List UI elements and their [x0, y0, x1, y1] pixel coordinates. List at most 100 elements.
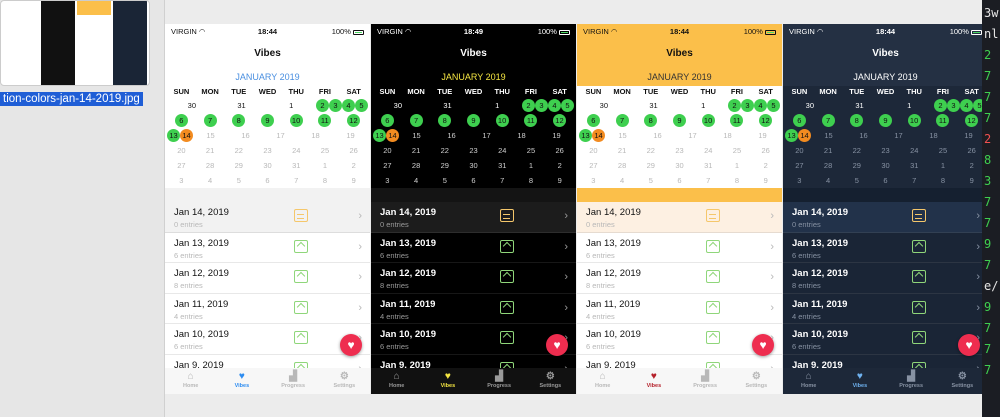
calendar-day[interactable]: 1 — [311, 158, 340, 173]
tab-settings[interactable]: ⚙ Settings — [525, 368, 576, 394]
calendar-day[interactable]: 12 — [346, 114, 360, 127]
calendar-day[interactable]: 24 — [900, 143, 929, 158]
tab-progress[interactable]: ▟ Progress — [268, 368, 319, 394]
calendar-day[interactable]: 3 — [535, 99, 549, 112]
tab-home[interactable]: ⌂ Home — [577, 368, 628, 394]
tab-vibes[interactable]: ♥ Vibes — [422, 368, 473, 394]
calendar-day[interactable]: 9 — [260, 114, 274, 127]
calendar-day[interactable]: 10 — [701, 114, 715, 127]
calendar-day[interactable]: 7 — [203, 114, 217, 127]
calendar-day[interactable]: 19 — [951, 128, 986, 143]
calendar-day[interactable]: 24 — [282, 143, 311, 158]
calendar-day[interactable]: 1 — [678, 98, 728, 113]
calendar-day[interactable]: 25 — [311, 143, 340, 158]
calendar-day[interactable]: 29 — [636, 158, 665, 173]
calendar-day[interactable]: 31 — [488, 158, 517, 173]
month-label[interactable]: JANUARY 2019 — [783, 69, 988, 86]
calendar-day[interactable]: 3 — [373, 173, 402, 188]
terminal-window[interactable]: 3w nl 2 7 7 7 2 8 3 7 7 9 7 e/9 7 7 7 — [982, 0, 1000, 417]
calendar-day[interactable]: 18 — [710, 128, 745, 143]
calendar-day[interactable]: 11 — [730, 114, 744, 127]
entry-row[interactable]: Jan 10, 20196 entries› — [371, 324, 576, 355]
calendar-day[interactable]: 1 — [723, 158, 752, 173]
calendar-day[interactable]: 12 — [758, 114, 772, 127]
tab-home[interactable]: ⌂ Home — [165, 368, 216, 394]
calendar-day[interactable]: 28 — [608, 158, 637, 173]
entry-row[interactable]: Jan 13, 2019 6 entries › — [165, 233, 370, 263]
calendar-day[interactable]: 26 — [545, 143, 574, 158]
entry-row[interactable]: Jan 10, 20196 entries› — [783, 324, 988, 355]
calendar-day[interactable]: 25 — [929, 143, 958, 158]
calendar-day[interactable]: 11 — [318, 114, 332, 127]
calendar-day[interactable]: 30 — [579, 98, 629, 113]
calendar-day[interactable]: 3 — [785, 173, 814, 188]
tab-progress[interactable]: ▟ Progress — [886, 368, 937, 394]
calendar-day[interactable]: 9 — [339, 173, 368, 188]
entry-row[interactable]: Jan 11, 2019 4 entries › — [577, 294, 782, 324]
calendar-day[interactable]: 26 — [751, 143, 780, 158]
calendar-day[interactable]: 3 — [579, 173, 608, 188]
calendar-day-selected[interactable]: 14 — [798, 129, 811, 142]
tab-settings[interactable]: ⚙ Settings — [731, 368, 782, 394]
calendar-day[interactable]: 2 — [316, 99, 330, 112]
calendar-day[interactable]: 10 — [907, 114, 921, 127]
calendar-day[interactable]: 20 — [785, 143, 814, 158]
calendar-day[interactable]: 20 — [579, 143, 608, 158]
tab-home[interactable]: ⌂ Home — [371, 368, 422, 394]
calendar-day[interactable]: 31 — [900, 158, 929, 173]
add-vibe-button[interactable]: ♥ — [958, 334, 980, 356]
calendar-day[interactable]: 8 — [723, 173, 752, 188]
calendar-day[interactable]: 2 — [728, 99, 742, 112]
calendar-day[interactable]: 11 — [936, 114, 950, 127]
calendar-day[interactable]: 4 — [754, 99, 768, 112]
entry-row[interactable]: Jan 14, 2019 0 entries › — [783, 202, 988, 233]
calendar-day[interactable]: 6 — [792, 114, 806, 127]
calendar-day[interactable]: 20 — [373, 143, 402, 158]
calendar-day[interactable]: 22 — [224, 143, 253, 158]
calendar-day[interactable]: 4 — [608, 173, 637, 188]
entry-row[interactable]: Jan 10, 20196 entries› — [577, 324, 782, 355]
calendar-day[interactable]: 30 — [373, 98, 423, 113]
calendar-day[interactable]: 18 — [298, 128, 333, 143]
calendar-day[interactable]: 8 — [517, 173, 546, 188]
calendar-day[interactable]: 1 — [884, 98, 934, 113]
month-label[interactable]: JANUARY 2019 — [577, 69, 782, 86]
calendar-day[interactable]: 15 — [605, 128, 640, 143]
calendar-day[interactable]: 8 — [850, 114, 864, 127]
file-name-label[interactable]: tion-colors-jan-14-2019.jpg — [0, 92, 143, 106]
calendar-day[interactable]: 30 — [665, 158, 694, 173]
calendar-day[interactable]: 22 — [430, 143, 459, 158]
calendar-day[interactable]: 8 — [232, 114, 246, 127]
calendar-day[interactable]: 1 — [472, 98, 522, 113]
calendar-day[interactable]: 18 — [916, 128, 951, 143]
calendar-day[interactable]: 4 — [548, 99, 562, 112]
calendar-day[interactable]: 8 — [929, 173, 958, 188]
entry-row[interactable]: Jan 12, 2019 8 entries › — [165, 263, 370, 294]
calendar-day[interactable]: 23 — [253, 143, 282, 158]
calendar-day[interactable]: 6 — [174, 114, 188, 127]
calendar-day[interactable]: 4 — [402, 173, 431, 188]
calendar-day[interactable]: 17 — [469, 128, 504, 143]
calendar-day[interactable]: 23 — [459, 143, 488, 158]
calendar-day[interactable]: 7 — [615, 114, 629, 127]
tab-settings[interactable]: ⚙ Settings — [937, 368, 988, 394]
calendar-day[interactable]: 31 — [629, 98, 679, 113]
calendar-day[interactable]: 18 — [504, 128, 539, 143]
calendar-day[interactable]: 23 — [871, 143, 900, 158]
calendar-day[interactable]: 4 — [342, 99, 356, 112]
calendar-day[interactable]: 17 — [881, 128, 916, 143]
calendar-day-selected[interactable]: 14 — [592, 129, 605, 142]
calendar-day[interactable]: 28 — [402, 158, 431, 173]
tab-progress[interactable]: ▟ Progress — [680, 368, 731, 394]
calendar-day[interactable]: 7 — [282, 173, 311, 188]
calendar-day[interactable]: 1 — [266, 98, 316, 113]
calendar-day[interactable]: 10 — [495, 114, 509, 127]
calendar-day[interactable]: 9 — [545, 173, 574, 188]
month-label[interactable]: JANUARY 2019 — [165, 69, 370, 86]
calendar-day[interactable]: 30 — [167, 98, 217, 113]
calendar-day[interactable]: 24 — [694, 143, 723, 158]
calendar-day[interactable]: 8 — [438, 114, 452, 127]
add-vibe-button[interactable]: ♥ — [752, 334, 774, 356]
calendar-day[interactable]: 15 — [399, 128, 434, 143]
entry-row[interactable]: Jan 10, 20196 entries› — [165, 324, 370, 355]
